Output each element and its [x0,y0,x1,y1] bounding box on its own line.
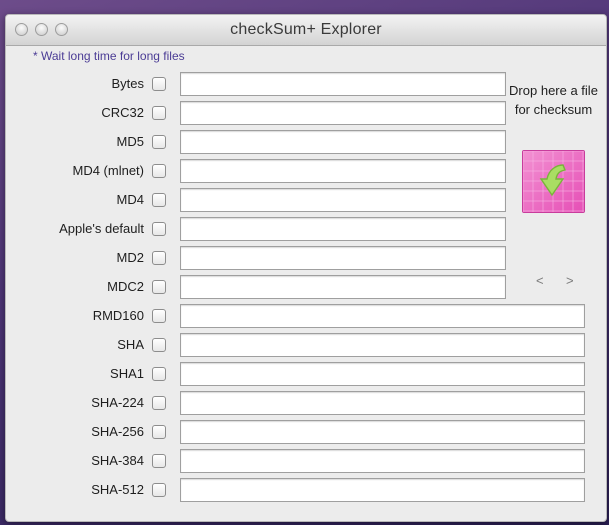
checkbox-sha-512[interactable] [152,483,166,497]
label-sha-256: SHA-256 [91,424,144,439]
checkbox-rmd160[interactable] [152,309,166,323]
checkbox-sha-384[interactable] [152,454,166,468]
drop-arrow-icon [523,151,584,212]
label-md4-mlnet: MD4 (mlnet) [72,163,144,178]
field-bytes[interactable] [180,72,506,96]
field-sha1[interactable] [180,362,585,386]
label-mdc2: MDC2 [107,279,144,294]
field-md4-mlnet[interactable] [180,159,506,183]
field-sha-512[interactable] [180,478,585,502]
label-sha: SHA [117,337,144,352]
field-crc32[interactable] [180,101,506,125]
field-sha[interactable] [180,333,585,357]
label-md4: MD4 [116,192,144,207]
checkbox-md4-mlnet[interactable] [152,164,166,178]
window-title: checkSum+ Explorer [230,21,382,38]
field-sha-384[interactable] [180,449,585,473]
title-bar[interactable]: checkSum+ Explorer [6,15,606,46]
wait-note: * Wait long time for long files [33,49,185,63]
label-sha-512: SHA-512 [91,482,144,497]
checkbox-mdc2[interactable] [152,280,166,294]
checkbox-sha[interactable] [152,338,166,352]
checkbox-sha-224[interactable] [152,396,166,410]
field-sha-256[interactable] [180,420,585,444]
checkbox-crc32[interactable] [152,106,166,120]
label-md2: MD2 [116,250,144,265]
field-md5[interactable] [180,130,506,154]
field-md4[interactable] [180,188,506,212]
label-crc32: CRC32 [101,105,144,120]
label-md5: MD5 [116,134,144,149]
label-sha-384: SHA-384 [91,453,144,468]
app-window: checkSum+ Explorer * Wait long time for … [5,14,607,522]
field-md2[interactable] [180,246,506,270]
checkbox-sha1[interactable] [152,367,166,381]
file-drop-zone[interactable] [522,150,585,213]
field-rmd160[interactable] [180,304,585,328]
field-mdc2[interactable] [180,275,506,299]
field-apples-default[interactable] [180,217,506,241]
label-rmd160: RMD160 [92,308,144,323]
checkbox-md4[interactable] [152,193,166,207]
checkbox-md5[interactable] [152,135,166,149]
label-bytes: Bytes [111,76,144,91]
field-sha-224[interactable] [180,391,585,415]
checkbox-sha-256[interactable] [152,425,166,439]
next-button[interactable]: > [566,273,574,288]
label-sha1: SHA1 [110,366,144,381]
drop-instructions: Drop here a file for checksum [509,83,598,117]
label-apples-default: Apple's default [59,221,144,236]
checkbox-bytes[interactable] [152,77,166,91]
prev-button[interactable]: < [536,273,544,288]
checkbox-md2[interactable] [152,251,166,265]
checkbox-apples-default[interactable] [152,222,166,236]
label-sha-224: SHA-224 [91,395,144,410]
